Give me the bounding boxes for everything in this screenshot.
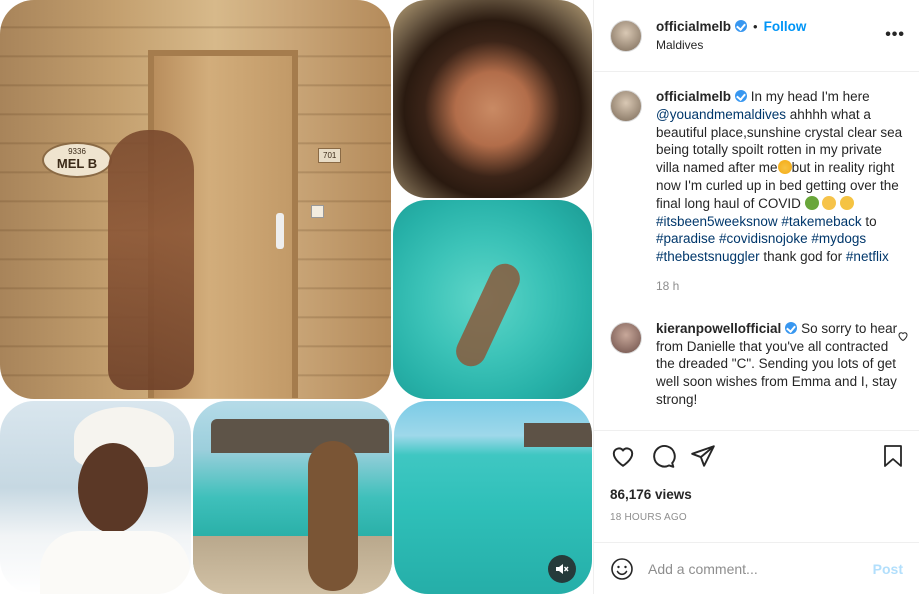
speaker-muted-icon [556, 564, 569, 574]
separator-dot: • [753, 19, 758, 34]
photo-floating [393, 200, 592, 399]
photo-door: 9336 MEL B 701 [0, 0, 391, 399]
comment-input[interactable] [648, 560, 873, 577]
bathrobe [40, 531, 190, 594]
add-comment-bar: Post [594, 542, 919, 594]
face [78, 443, 148, 533]
avatar[interactable] [610, 321, 642, 354]
more-options-icon[interactable]: ••• [885, 26, 905, 44]
comment-username[interactable]: kieranpowellofficial [656, 321, 781, 336]
comment-text: kieranpowellofficial So sorry to hear fr… [656, 320, 903, 409]
avatar[interactable] [610, 90, 642, 122]
caption-timestamp[interactable]: 18 h [656, 278, 903, 296]
comment: kieranpowellofficial So sorry to hear fr… [610, 320, 908, 409]
swimmer-figure [451, 258, 525, 372]
sad-emoji-icon [840, 195, 855, 210]
post-time[interactable]: 18 HOURS AGO [610, 512, 903, 523]
caption: officialmelb In my head I'm here @youand… [610, 88, 903, 296]
photo-pier [193, 401, 392, 594]
post-header: officialmelb • Follow Maldives ••• [594, 0, 919, 72]
mention-link[interactable]: @youandmemaldives [656, 107, 786, 122]
save-bookmark-icon[interactable] [881, 443, 905, 469]
mute-button[interactable] [548, 555, 576, 583]
caption-text-1: In my head I'm here [750, 89, 870, 104]
verified-icon [735, 20, 748, 32]
wall-switch [311, 205, 324, 218]
post-button[interactable]: Post [873, 561, 903, 577]
comment-bubble-icon[interactable] [650, 443, 676, 469]
post-media[interactable]: 9336 MEL B 701 [0, 0, 593, 594]
caption-username[interactable]: officialmelb [656, 89, 731, 104]
door-plate: 9336 MEL B [42, 142, 112, 178]
post-sidebar: officialmelb • Follow Maldives ••• officia… [593, 0, 919, 594]
photo-selfie [393, 0, 592, 198]
post-view: 9336 MEL B 701 officialmelb • Follow Mal… [0, 0, 919, 594]
door-plate-name: MEL B [56, 156, 98, 171]
like-heart-icon[interactable] [610, 443, 636, 469]
person-figure [108, 130, 194, 390]
walker-figure [308, 441, 358, 591]
share-paper-plane-icon[interactable] [690, 443, 716, 469]
action-icons [610, 441, 903, 471]
hashtag-link[interactable]: #netflix [846, 249, 889, 264]
header-info: officialmelb • Follow Maldives [656, 19, 806, 52]
comments-area: officialmelb In my head I'm here @youand… [594, 72, 919, 430]
wooden-deck [193, 536, 392, 594]
photo-towel [0, 401, 191, 594]
header-username[interactable]: officialmelb [656, 19, 731, 34]
post-actions: 86,176 views 18 HOURS AGO [594, 430, 919, 542]
nauseated-emoji-icon [804, 195, 819, 210]
mask-emoji-icon [822, 195, 837, 210]
hashtag-link[interactable]: #itsbeen5weeksnow [656, 214, 778, 229]
caption-text-4: thank god for [763, 249, 843, 265]
water-villas [211, 419, 389, 453]
smiling-hearts-emoji-icon [777, 160, 792, 175]
emoji-smiley-icon[interactable] [610, 557, 634, 581]
door-plate-number: 9336 [68, 147, 86, 156]
avatar[interactable] [610, 19, 642, 52]
caption-to: to [865, 213, 877, 229]
follow-button[interactable]: Follow [764, 19, 807, 34]
caption-text: officialmelb In my head I'm here @youand… [656, 88, 903, 296]
distant-villas [524, 423, 592, 447]
door-handle [276, 213, 284, 249]
verified-icon [785, 321, 798, 334]
verified-icon [735, 90, 748, 102]
location-link[interactable]: Maldives [656, 38, 806, 52]
hashtag-link[interactable]: #takemeback [781, 214, 861, 229]
room-number: 701 [318, 148, 342, 163]
view-count[interactable]: 86,176 views [610, 487, 903, 502]
like-comment-heart-icon[interactable] [897, 330, 909, 342]
